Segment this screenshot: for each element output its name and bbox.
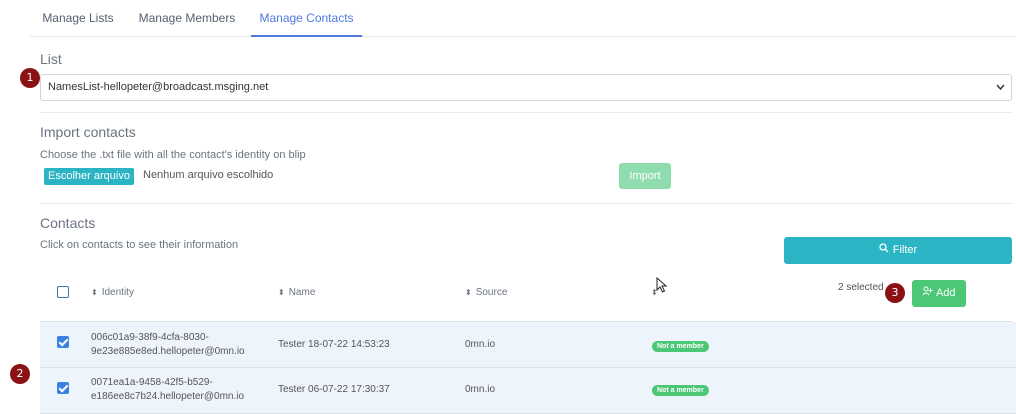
- add-contacts-button[interactable]: Add: [912, 280, 966, 307]
- list-select-value: NamesList-hellopeter@broadcast.msging.ne…: [48, 81, 269, 93]
- choose-file-button[interactable]: Escolher arquivo: [44, 168, 134, 185]
- chevron-down-icon: [996, 75, 1005, 110]
- section-divider: [40, 203, 1012, 204]
- sort-icon: ⬍: [278, 288, 285, 297]
- add-user-icon: [922, 286, 935, 299]
- row-name: Tester 06-07-22 17:30:37: [278, 384, 390, 395]
- file-status-text: Nenhum arquivo escolhido: [143, 169, 274, 181]
- list-select[interactable]: NamesList-hellopeter@broadcast.msging.ne…: [40, 74, 1012, 101]
- callout-marker-1: 1: [20, 68, 40, 88]
- filter-button-label: Filter: [892, 244, 918, 256]
- import-hint: Choose the .txt file with all the contac…: [40, 149, 306, 161]
- row-identity: 0071ea1a-9458-42f5-b529- e186ee8c7b24.he…: [91, 377, 245, 402]
- contacts-section-title: Contacts: [40, 215, 96, 231]
- callout-marker-2: 2: [10, 364, 30, 384]
- mouse-cursor-icon: [656, 276, 668, 293]
- filter-button[interactable]: Filter: [784, 237, 1012, 264]
- column-header-identity[interactable]: ⬍ Identity: [91, 287, 134, 298]
- column-header-name[interactable]: ⬍ Name: [278, 287, 315, 298]
- tab-bar: Manage Lists Manage Members Manage Conta…: [30, 0, 1016, 37]
- select-all-checkbox[interactable]: [57, 286, 69, 298]
- import-button[interactable]: Import: [619, 163, 671, 189]
- search-icon: [879, 237, 889, 264]
- row-source: 0mn.io: [465, 384, 496, 395]
- status-badge: Not a member: [652, 385, 709, 396]
- table-row[interactable]: 006c01a9-38f9-4cfa-8030- 9e23e885e8ed.he…: [40, 322, 1016, 368]
- tab-manage-members[interactable]: Manage Members: [130, 0, 244, 37]
- row-name: Tester 18-07-22 14:53:23: [278, 339, 390, 350]
- contacts-hint: Click on contacts to see their informati…: [40, 239, 239, 251]
- import-section-title: Import contacts: [40, 124, 136, 140]
- tab-manage-contacts[interactable]: Manage Contacts: [251, 0, 362, 37]
- row-checkbox[interactable]: [57, 336, 69, 348]
- selected-count: 2 selected: [838, 282, 884, 293]
- table-row[interactable]: 0071ea1a-9458-42f5-b529- e186ee8c7b24.he…: [40, 368, 1016, 414]
- status-badge: Not a member: [652, 341, 709, 352]
- add-button-label: Add: [935, 287, 956, 299]
- sort-icon: ⬍: [91, 288, 98, 297]
- sort-icon: ⬍: [465, 288, 472, 297]
- tab-manage-lists[interactable]: Manage Lists: [30, 0, 126, 37]
- section-divider: [40, 112, 1012, 113]
- list-section-title: List: [40, 51, 62, 67]
- row-checkbox[interactable]: [57, 382, 69, 394]
- row-source: 0mn.io: [465, 339, 496, 350]
- row-identity: 006c01a9-38f9-4cfa-8030- 9e23e885e8ed.he…: [91, 332, 245, 357]
- column-header-source[interactable]: ⬍ Source: [465, 287, 507, 298]
- callout-marker-3: 3: [885, 283, 905, 303]
